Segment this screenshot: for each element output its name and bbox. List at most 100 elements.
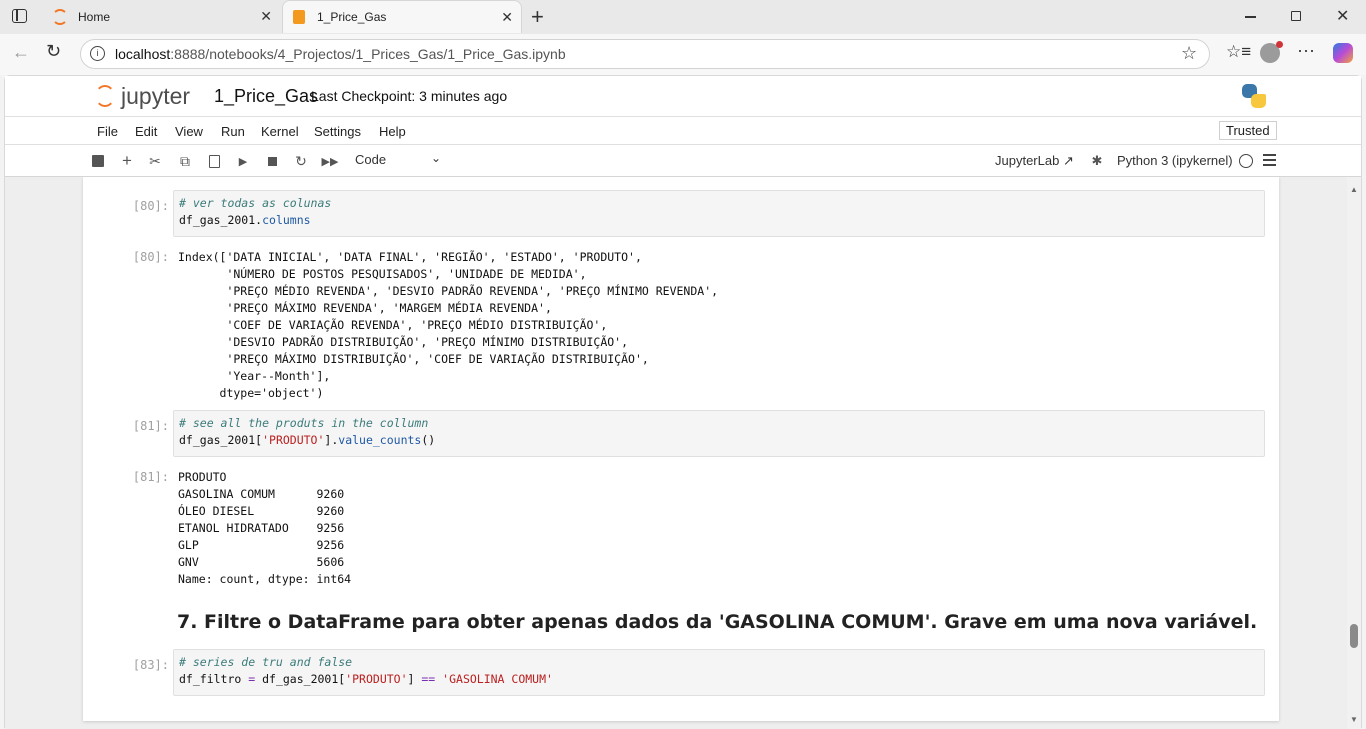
cut-icon[interactable]: ✂ — [146, 152, 164, 170]
more-icon[interactable]: ··· — [1297, 40, 1315, 61]
menu-kernel[interactable]: Kernel — [261, 124, 299, 139]
code-text: # ver todas as colunas df_gas_2001.colum… — [174, 191, 1264, 233]
code-string: 'GASOLINA COMUM' — [442, 672, 553, 686]
code-token: df_gas_2001[ — [255, 672, 346, 686]
favorites-icon[interactable]: ☆≡ — [1226, 42, 1251, 62]
url-text: localhost:8888/notebooks/4_Projectos/1_P… — [115, 46, 566, 62]
cell-type-value: Code — [355, 152, 387, 167]
add-cell-icon[interactable]: + — [118, 151, 136, 170]
cell-output: Index(['DATA INICIAL', 'DATA FINAL', 'RE… — [178, 250, 719, 400]
input-prompt: [83]: — [132, 658, 169, 672]
tab-label: 1_Price_Gas — [317, 10, 387, 24]
code-comment: # see all the produts in the collumn — [179, 416, 429, 430]
tab-label: Home — [78, 9, 111, 24]
browser-tab-strip: Home ✕ 1_Price_Gas ✕ + ✕ — [0, 0, 1366, 34]
notebook-toolbar: + ✂ ⧉ ▶ ↻ ▶▶ Code ⌄ JupyterLab ↗ ✱ Pytho… — [5, 145, 1361, 177]
jupyter-logo[interactable]: jupyter — [95, 83, 190, 109]
cell-output: PRODUTO GASOLINA COMUM 9260 ÓLEO DIESEL … — [178, 470, 352, 586]
copilot-icon[interactable] — [1333, 43, 1353, 63]
notebook-icon — [293, 10, 305, 24]
code-comment: # series de tru and false — [179, 655, 353, 669]
browser-nav-bar: ← ↻ i localhost:8888/notebooks/4_Project… — [0, 34, 1366, 75]
stop-icon[interactable] — [263, 152, 281, 170]
tab-home[interactable]: Home ✕ — [42, 0, 280, 33]
code-cell-input[interactable]: # see all the produts in the collumn df_… — [173, 410, 1265, 457]
jupyter-logo-icon — [95, 85, 115, 107]
code-token: () — [421, 433, 436, 447]
menu-view[interactable]: View — [175, 124, 203, 139]
code-string: 'PRODUTO' — [262, 433, 325, 447]
menu-edit[interactable]: Edit — [135, 124, 157, 139]
code-token: df_filtro — [179, 672, 249, 686]
close-icon[interactable]: ✕ — [260, 8, 272, 25]
scroll-up-icon[interactable]: ▲ — [1350, 185, 1358, 194]
input-prompt: [81]: — [132, 419, 169, 433]
scroll-down-icon[interactable]: ▼ — [1350, 715, 1358, 724]
scrollbar[interactable]: ▲ ▼ — [1347, 177, 1361, 729]
jupyter-logo-text: jupyter — [121, 82, 191, 109]
code-cell-input[interactable]: # series de tru and false df_filtro = df… — [173, 649, 1265, 696]
jupyter-header: jupyter 1_Price_Gas Last Checkpoint: 3 m… — [5, 76, 1361, 117]
code-token: ]. — [324, 433, 339, 447]
favorite-star-icon[interactable]: ☆ — [1181, 43, 1197, 64]
jupyter-icon — [52, 8, 68, 25]
code-operator: == — [421, 672, 436, 686]
code-text: # see all the produts in the collumn df_… — [174, 411, 1264, 453]
url-path: :8888/notebooks/4_Projectos/1_Prices_Gas… — [170, 46, 566, 62]
menu-file[interactable]: File — [97, 124, 118, 139]
kernel-status-icon — [1239, 154, 1253, 168]
external-link-icon: ↗ — [1062, 153, 1074, 168]
copy-icon[interactable]: ⧉ — [176, 152, 194, 170]
jupyterlab-label: JupyterLab — [995, 153, 1060, 168]
scrollbar-thumb[interactable] — [1350, 624, 1358, 648]
close-icon[interactable]: ✕ — [501, 9, 513, 26]
python-logo-icon — [1242, 84, 1266, 108]
url-host: localhost — [115, 46, 171, 62]
kernel-name[interactable]: Python 3 (ipykernel) — [1117, 153, 1233, 168]
code-text: # series de tru and false df_filtro = df… — [174, 650, 1264, 692]
save-icon[interactable] — [89, 152, 107, 170]
code-token: columns — [262, 213, 311, 227]
cell-type-select[interactable]: Code ⌄ — [355, 151, 441, 170]
menu-run[interactable]: Run — [221, 124, 245, 139]
run-icon[interactable]: ▶ — [234, 152, 252, 170]
minimize-icon[interactable] — [1245, 16, 1256, 18]
last-checkpoint: Last Checkpoint: 3 minutes ago — [311, 88, 508, 104]
menu-help[interactable]: Help — [379, 124, 406, 139]
menu-hamburger-icon[interactable] — [1263, 154, 1276, 166]
notebook-area: [80]: # ver todas as colunas df_gas_2001… — [5, 177, 1361, 729]
output-prompt: [80]: — [132, 250, 169, 264]
tab-notebook[interactable]: 1_Price_Gas ✕ — [282, 0, 522, 33]
jupyterlab-link[interactable]: JupyterLab ↗ — [995, 153, 1074, 169]
code-cell-input[interactable]: # ver todas as colunas df_gas_2001.colum… — [173, 190, 1265, 237]
run-all-icon[interactable]: ▶▶ — [321, 152, 339, 170]
refresh-icon[interactable]: ↻ — [46, 41, 61, 62]
jupyter-page: jupyter 1_Price_Gas Last Checkpoint: 3 m… — [4, 75, 1362, 729]
restore-icon[interactable] — [1291, 11, 1301, 21]
address-bar[interactable]: i localhost:8888/notebooks/4_Projectos/1… — [80, 39, 1210, 69]
back-icon[interactable]: ← — [12, 42, 30, 63]
code-token: df_gas_2001[ — [179, 433, 263, 447]
notebook-title[interactable]: 1_Price_Gas — [214, 86, 318, 107]
trusted-badge[interactable]: Trusted — [1219, 121, 1277, 140]
window-close-icon[interactable]: ✕ — [1336, 6, 1349, 26]
restart-icon[interactable]: ↻ — [292, 152, 310, 170]
site-info-icon[interactable]: i — [90, 46, 105, 61]
menu-bar: File Edit View Run Kernel Settings Help … — [5, 117, 1361, 145]
paste-icon[interactable] — [205, 152, 223, 170]
notebook-panel: [80]: # ver todas as colunas df_gas_2001… — [83, 177, 1279, 721]
code-token: df_gas_2001. — [179, 213, 263, 227]
code-comment: # ver todas as colunas — [179, 196, 332, 210]
markdown-heading: 7. Filtre o DataFrame para obter apenas … — [177, 611, 1258, 633]
menu-settings[interactable]: Settings — [314, 124, 361, 139]
tab-actions-icon[interactable] — [12, 9, 27, 23]
code-token: ] — [407, 672, 422, 686]
code-token: value_counts — [338, 433, 422, 447]
debugger-icon[interactable]: ✱ — [1088, 152, 1106, 170]
input-prompt: [80]: — [132, 199, 169, 213]
profile-avatar[interactable] — [1260, 41, 1283, 63]
chevron-down-icon: ⌄ — [430, 151, 441, 165]
code-string: 'PRODUTO' — [345, 672, 408, 686]
output-prompt: [81]: — [132, 470, 169, 484]
new-tab-icon[interactable]: + — [531, 4, 544, 30]
